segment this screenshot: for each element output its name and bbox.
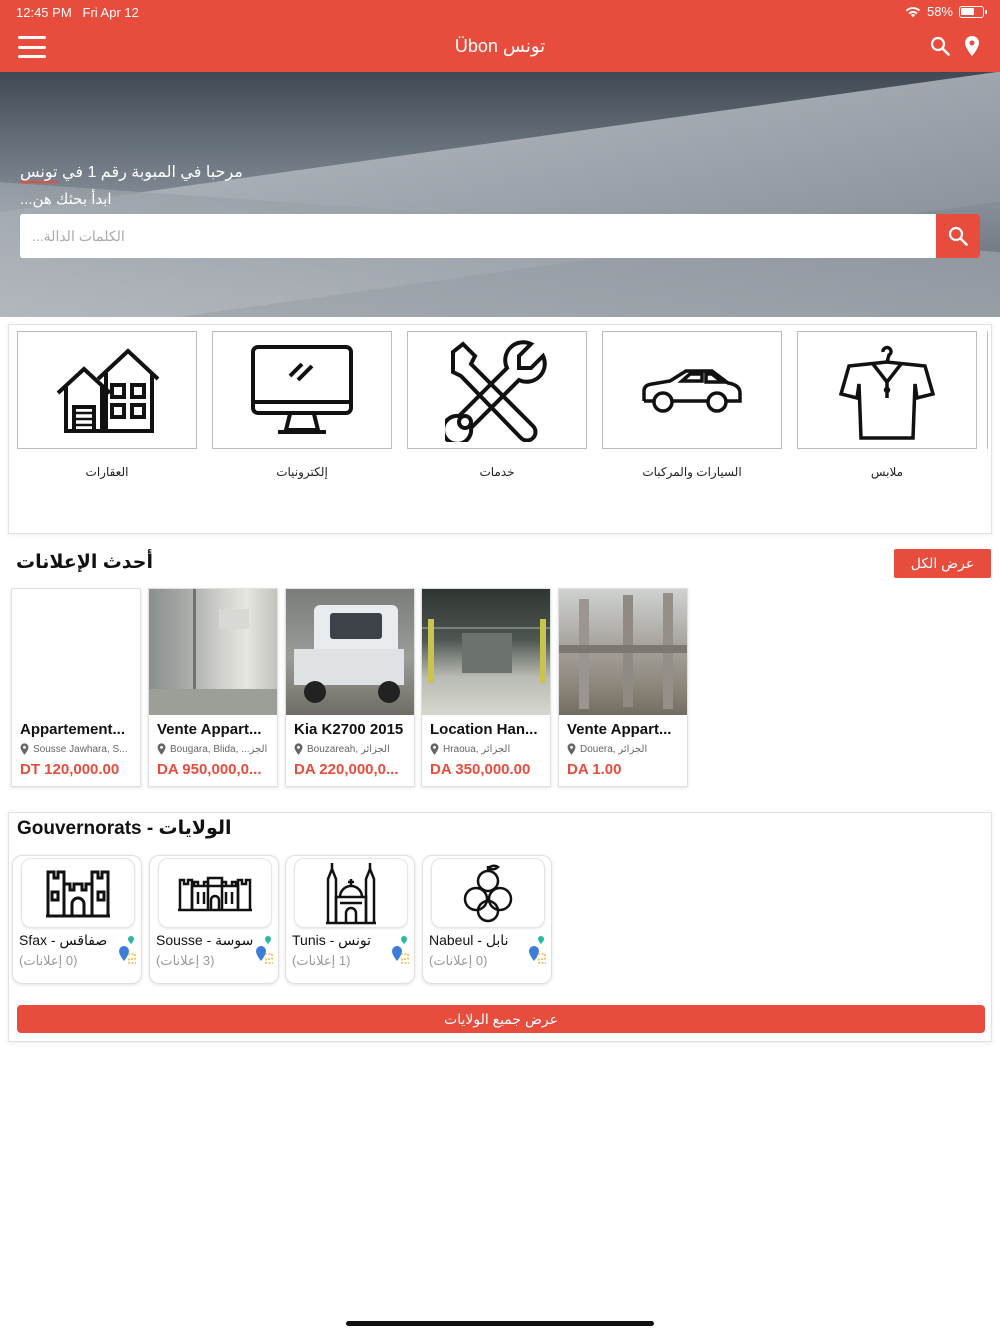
ad-card[interactable]: Appartement... Sousse Jawhara, S... DT 1… [11,588,141,787]
category-label: السيارات والمركبات [642,465,742,479]
location-pin-icon [157,743,166,755]
categories-panel: العقارات إلكترونيات خدمات السيارات والمر… [8,324,992,534]
status-date: Fri Apr 12 [82,5,139,20]
map-route-icon [392,936,409,964]
home-indicator[interactable] [346,1321,654,1326]
category-label: ملابس [870,465,904,479]
ad-price: DT 120,000.00 [20,761,120,778]
view-all-governorates-button[interactable]: عرض جميع الولايات [17,1005,985,1033]
ad-title: Vente Appart... [157,721,262,738]
car-icon [642,369,742,413]
status-bar: 12:45 PM Fri Apr 12 58% [0,0,1000,24]
ad-image [12,589,140,715]
ad-card[interactable]: Vente Appart... Douera, الجزائر DA 1.00 [558,588,688,787]
category-vehicles[interactable]: السيارات والمركبات [602,331,782,479]
search-bar [20,214,980,258]
status-time: 12:45 PM [16,5,72,20]
category-label: خدمات [479,465,515,479]
country-highlight: تونس [20,164,58,183]
house-icon [56,348,160,433]
fortress-icon [178,876,252,912]
governorate-name: Tunis - تونس [292,932,372,948]
location-pin-icon [294,743,303,755]
search-icon[interactable] [930,36,950,56]
tools-icon [445,340,547,442]
category-label: العقارات [85,465,129,479]
governorate-ad-count: (0 إعلانات) [429,953,488,968]
view-all-button[interactable]: عرض الكل [894,549,991,578]
location-pin-icon [20,743,29,755]
castle-icon [46,870,110,918]
category-real-estate[interactable]: العقارات [17,331,197,479]
governorate-ad-count: (1 إعلانات) [292,953,351,968]
search-prompt: ابدأ بحثك هن... [20,191,112,208]
battery-percent: 58% [926,4,953,19]
battery-icon [959,5,987,18]
location-pin-icon [430,743,439,755]
ad-location: Bougara, Blida, ...الجز [170,743,268,755]
search-input[interactable] [20,214,936,258]
location-pin-icon[interactable] [964,36,980,56]
map-route-icon [119,936,136,964]
governorates-title: Gouvernorats - الولايات [17,818,232,839]
category-electronics[interactable]: إلكترونيات [212,331,392,479]
ad-card[interactable]: Kia K2700 2015 Bouzareah, الجزائر DA 220… [285,588,415,787]
ad-price: DA 1.00 [567,761,622,778]
ad-image [286,589,414,715]
top-bar: 12:45 PM Fri Apr 12 58% Übon تونس [0,0,1000,72]
ad-location: Douera, الجزائر [580,743,648,755]
governorate-card-sfax[interactable]: Sfax - صفاقس (0 إعلانات) [12,855,142,984]
ad-title: Vente Appart... [567,721,672,738]
governorate-ad-count: (0 إعلانات) [19,953,78,968]
welcome-text: مرحبا في المبوبة رقم 1 في تونس [20,164,243,183]
ad-image [149,589,277,715]
nav-bar: Übon تونس [0,26,1000,72]
map-route-icon [256,936,273,964]
category-services[interactable]: خدمات [407,331,587,479]
ad-location: Sousse Jawhara, S... [33,743,128,755]
cathedral-icon [326,863,376,925]
category-clothing[interactable]: ملابس [797,331,977,479]
ad-card[interactable]: Vente Appart... Bougara, Blida, ...الجز … [148,588,278,787]
governorate-name: Sfax - صفاقس [19,932,108,948]
hero-banner: مرحبا في المبوبة رقم 1 في تونس ابدأ بحثك… [0,72,1000,317]
ad-title: Appartement... [20,721,126,738]
ad-price: DA 350,000.00 [430,761,531,778]
governorate-name: Sousse - سوسة [156,932,254,948]
map-route-icon [529,936,546,964]
ad-image [559,589,687,715]
ad-title: Location Han... [430,721,538,738]
app-title: Übon تونس [454,36,546,56]
search-icon [948,226,968,246]
governorate-ad-count: (3 إعلانات) [156,953,215,968]
search-button[interactable] [936,214,980,258]
shirt-icon [839,345,935,440]
governorate-name: Nabeul - نابل [429,932,509,948]
ad-price: DA 220,000,0... [294,761,399,778]
ad-location: Bouzareah, الجزائر [307,743,390,755]
category-label: إلكترونيات [276,465,328,479]
ad-image [422,589,550,715]
location-pin-icon [567,743,576,755]
ad-card[interactable]: Location Han... Hraoua, الجزائر DA 350,0… [421,588,551,787]
governorate-card-nabeul[interactable]: Nabeul - نابل (0 إعلانات) [422,855,552,984]
oranges-icon [463,864,513,923]
ad-location: Hraoua, الجزائر [443,743,511,755]
wifi-icon [905,6,921,18]
ad-price: DA 950,000,0... [157,761,262,778]
governorate-card-tunis[interactable]: Tunis - تونس (1 إعلانات) [285,855,415,984]
app-screen: 12:45 PM Fri Apr 12 58% Übon تونس مرحبا … [0,0,1000,1334]
ad-title: Kia K2700 2015 [294,721,404,738]
monitor-icon [251,345,353,434]
latest-ads-title: أحدث الإعلانات [16,552,153,573]
governorate-card-sousse[interactable]: Sousse - سوسة (3 إعلانات) [149,855,279,984]
governorates-panel: Gouvernorats - الولايات Sfax - صفاقس (0 … [8,812,992,1042]
